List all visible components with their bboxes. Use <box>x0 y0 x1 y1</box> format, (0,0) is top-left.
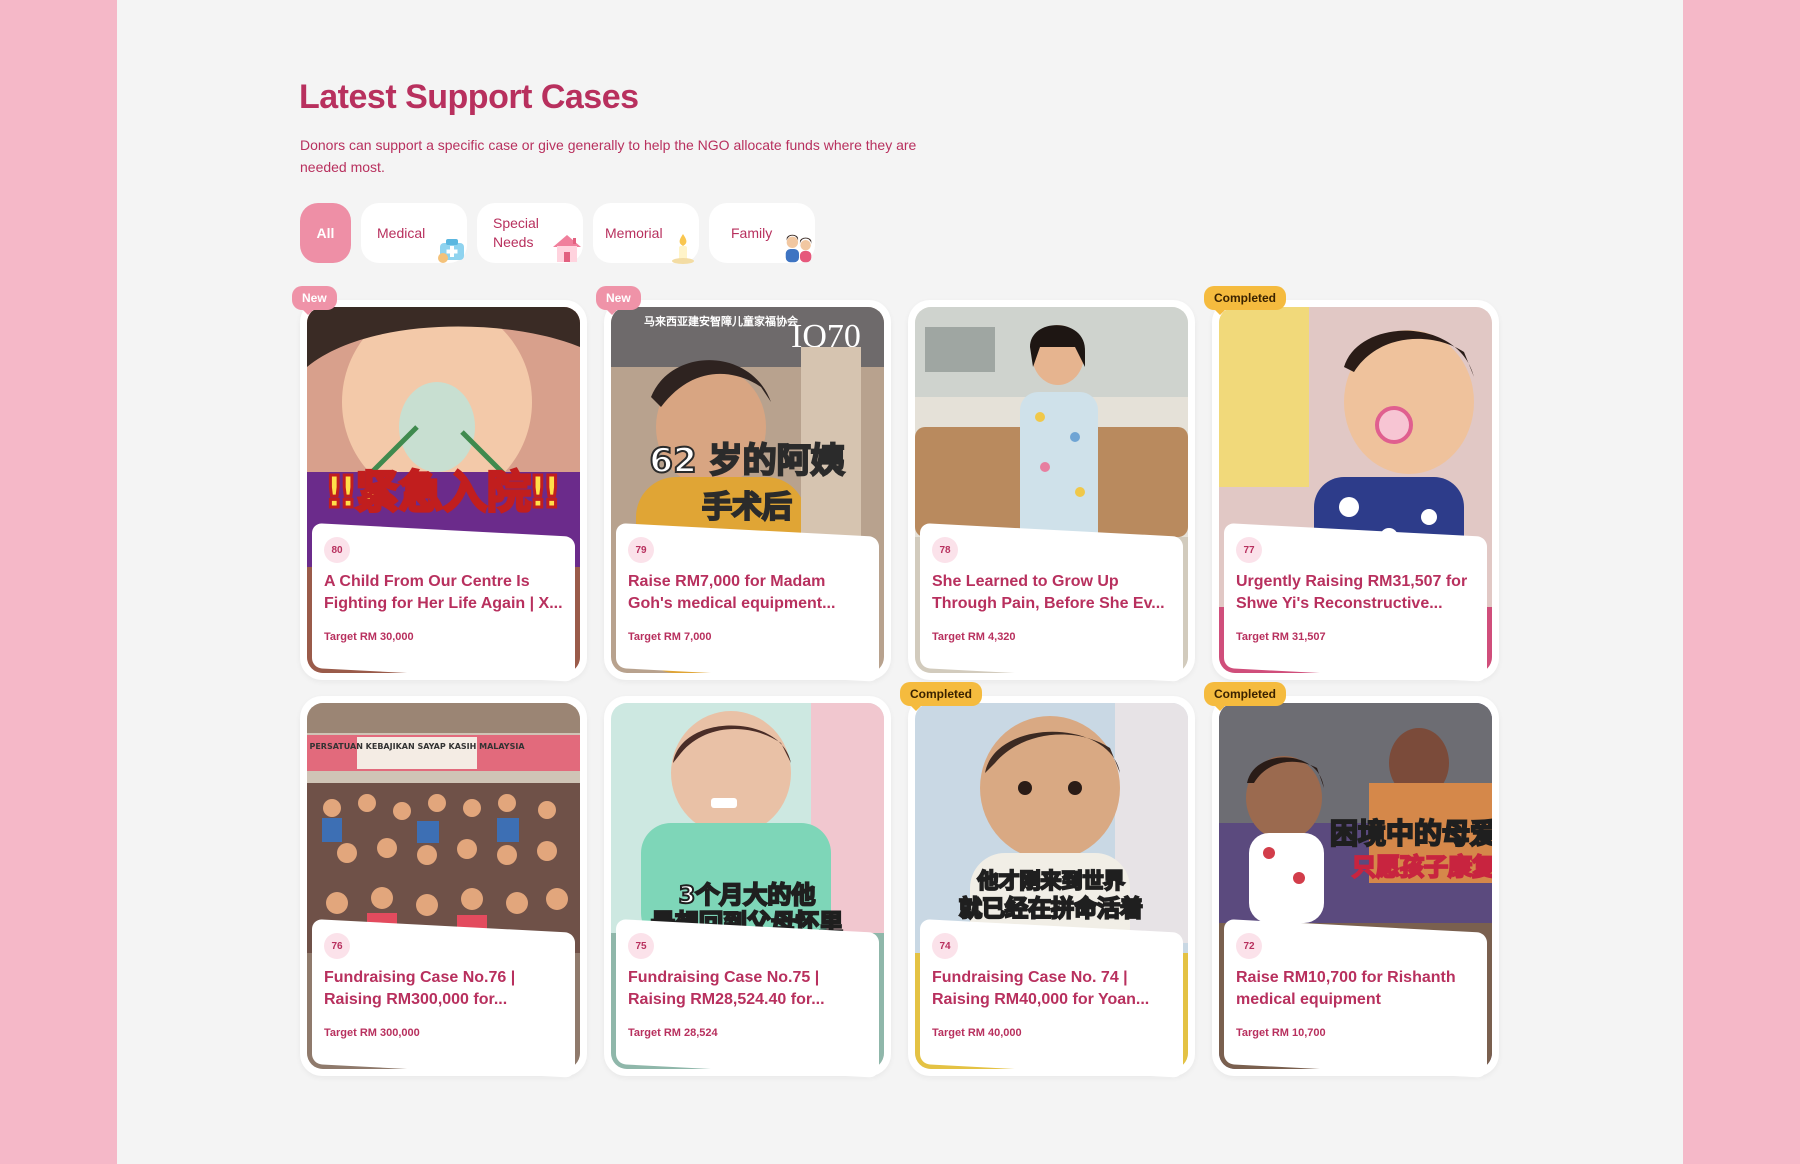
case-title[interactable]: A Child From Our Centre Is Fighting for … <box>324 571 563 615</box>
case-caption: 75 Fundraising Case No.75 | Raising RM28… <box>616 919 879 1064</box>
case-title[interactable]: Urgently Raising RM31,507 for Shwe Yi's … <box>1236 571 1475 615</box>
case-target: Target RM 31,507 <box>1236 631 1326 643</box>
status-badge: Completed <box>1204 682 1287 711</box>
case-caption: 72 Raise RM10,700 for Rishanth medical e… <box>1224 919 1487 1064</box>
case-target: Target RM 40,000 <box>932 1027 1022 1039</box>
case-card[interactable]: 78 She Learned to Grow Up Through Pain, … <box>908 300 1195 682</box>
family-icon <box>781 229 817 265</box>
case-target: Target RM 4,320 <box>932 631 1016 643</box>
case-title[interactable]: Raise RM7,000 for Madam Goh's medical eq… <box>628 571 867 615</box>
case-card[interactable]: 3个月大的他 最想回到父母怀里 75 Fundraising Case No.7… <box>604 696 891 1078</box>
case-caption: 74 Fundraising Case No. 74 | Raising RM4… <box>920 919 1183 1064</box>
image-caption-text: PERSATUAN KEBAJIKAN SAYAP KASIH MALAYSIA <box>309 742 525 751</box>
case-card[interactable]: Completed 他才刚来到世界 就已经在拼命活着 74 Fundraisin… <box>900 682 1195 1078</box>
case-target: Target RM 30,000 <box>324 631 414 643</box>
case-card[interactable]: New 马来西亚建安智障儿童家福协会 IQ70 62 岁的阿姨 手术后 79 R… <box>596 286 891 682</box>
status-badge: New <box>292 286 337 315</box>
house-icon <box>549 229 585 265</box>
case-caption: 79 Raise RM7,000 for Madam Goh's medical… <box>616 523 879 668</box>
image-caption-text: 马来西亚建安智障儿童家福协会 <box>644 314 799 328</box>
section-description: Donors can support a specific case or gi… <box>300 137 917 175</box>
section-heading: Latest Support Cases <box>299 78 639 116</box>
filter-medical[interactable]: Medical <box>361 203 467 263</box>
image-caption-text: 62 岁的阿姨 <box>649 441 844 481</box>
case-number: 80 <box>324 537 350 563</box>
case-caption: 76 Fundraising Case No.76 | Raising RM30… <box>312 919 575 1064</box>
case-number: 72 <box>1236 933 1262 959</box>
image-caption-text: 只愿孩子康复 <box>1352 853 1492 881</box>
candle-icon <box>665 229 701 265</box>
category-filters: All Medical Special Needs Memorial Famil… <box>300 203 815 265</box>
image-caption-text: 3个月大的他 <box>679 881 816 909</box>
case-card[interactable]: PERSATUAN KEBAJIKAN SAYAP KASIH MALAYSIA… <box>300 696 587 1078</box>
case-caption: 77 Urgently Raising RM31,507 for Shwe Yi… <box>1224 523 1487 668</box>
case-target: Target RM 7,000 <box>628 631 712 643</box>
filter-medical-label: Medical <box>377 224 426 241</box>
filter-special-needs[interactable]: Special Needs <box>477 203 583 263</box>
image-caption-text: 困境中的母爱 <box>1330 817 1492 850</box>
image-caption-text: 他才刚来到世界 <box>977 869 1125 893</box>
case-card[interactable]: New ‼紧急入院‼ 80 A Child From Our Centre Is… <box>292 286 587 682</box>
case-target: Target RM 300,000 <box>324 1027 420 1039</box>
case-card[interactable]: Completed 77 Urgently Raising RM31,507 f… <box>1204 286 1499 682</box>
filter-memorial[interactable]: Memorial <box>593 203 701 265</box>
case-number: 78 <box>932 537 958 563</box>
case-number: 74 <box>932 933 958 959</box>
case-target: Target RM 28,524 <box>628 1027 718 1039</box>
filter-memorial-label: Memorial <box>605 224 663 241</box>
filter-all[interactable]: All <box>300 203 351 263</box>
filter-all-label: All <box>316 225 335 241</box>
status-badge: New <box>596 286 641 315</box>
filter-family[interactable]: Family <box>709 203 815 263</box>
status-badge: Completed <box>1204 286 1287 315</box>
case-target: Target RM 10,700 <box>1236 1027 1326 1039</box>
filter-special-needs-label: Special Needs <box>493 215 539 250</box>
case-title[interactable]: She Learned to Grow Up Through Pain, Bef… <box>932 571 1171 615</box>
cases-grid: New ‼紧急入院‼ 80 A Child From Our Centre Is… <box>292 286 1499 1078</box>
status-badge: Completed <box>900 682 983 711</box>
image-caption-text: 就已经在拼命活着 <box>959 895 1143 922</box>
case-card[interactable]: Completed 困境中的母爱 只愿孩子康复 72 Raise RM10,70… <box>1204 682 1499 1078</box>
case-caption: 78 She Learned to Grow Up Through Pain, … <box>920 523 1183 668</box>
case-title[interactable]: Fundraising Case No.75 | Raising RM28,52… <box>628 967 867 1011</box>
filter-family-label: Family <box>731 224 773 241</box>
case-number: 76 <box>324 933 350 959</box>
case-title[interactable]: Fundraising Case No.76 | Raising RM300,0… <box>324 967 563 1011</box>
image-caption-text: 手术后 <box>702 490 792 525</box>
case-number: 79 <box>628 537 654 563</box>
case-number: 77 <box>1236 537 1262 563</box>
case-number: 75 <box>628 933 654 959</box>
medical-kit-icon <box>433 229 469 265</box>
image-caption-text: ‼紧急入院‼ <box>327 467 558 518</box>
case-title[interactable]: Raise RM10,700 for Rishanth medical equi… <box>1236 967 1475 1011</box>
case-caption: 80 A Child From Our Centre Is Fighting f… <box>312 523 575 668</box>
case-title[interactable]: Fundraising Case No. 74 | Raising RM40,0… <box>932 967 1171 1011</box>
